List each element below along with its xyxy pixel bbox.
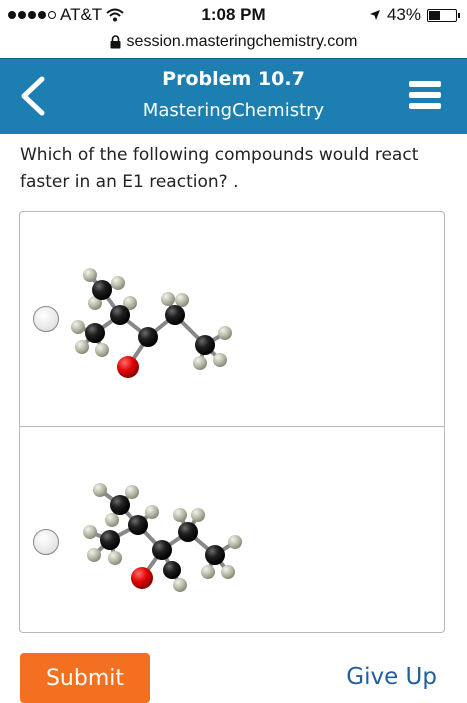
molecule-model-a: [71, 268, 232, 378]
status-bar: AT&T 1:08 PM 43%: [0, 0, 467, 28]
molecule-model-b: [83, 483, 242, 592]
battery-icon: [427, 8, 460, 22]
page-title: Problem 10.7: [162, 68, 305, 90]
submit-button[interactable]: Submit: [20, 653, 150, 703]
hamburger-menu-icon: [409, 81, 441, 109]
radio-button-b[interactable]: [33, 529, 59, 555]
lock-icon: [110, 35, 121, 49]
question-text: Which of the following compounds would r…: [20, 145, 419, 192]
location-arrow-icon: [369, 10, 380, 20]
url-bar[interactable]: session.masteringchemistry.com: [0, 28, 467, 56]
battery-percent: 43%: [386, 5, 421, 24]
status-right: 43%: [369, 5, 460, 25]
give-up-link[interactable]: Give Up: [346, 664, 437, 690]
radio-button-a[interactable]: [33, 306, 59, 332]
url-text: session.masteringchemistry.com: [126, 33, 358, 50]
app-name: MasteringChemistry: [142, 100, 325, 121]
menu-button[interactable]: [409, 81, 441, 113]
app-header: Problem 10.7 MasteringChemistry: [0, 58, 467, 134]
